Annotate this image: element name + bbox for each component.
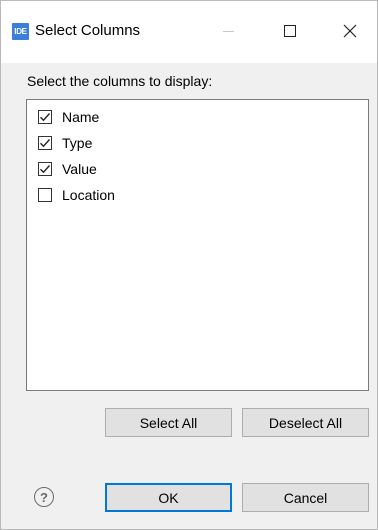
list-item-value[interactable]: Value bbox=[38, 159, 97, 179]
cancel-button[interactable]: Cancel bbox=[242, 483, 369, 512]
checkbox-type[interactable] bbox=[38, 136, 52, 150]
checkbox-name[interactable] bbox=[38, 110, 52, 124]
list-item-location[interactable]: Location bbox=[38, 185, 115, 205]
list-item-type[interactable]: Type bbox=[38, 133, 92, 153]
checkbox-location[interactable] bbox=[38, 188, 52, 202]
list-item-label: Value bbox=[62, 161, 97, 177]
select-all-button[interactable]: Select All bbox=[105, 408, 232, 437]
minimize-button[interactable] bbox=[205, 14, 251, 48]
list-item-label: Type bbox=[62, 135, 93, 151]
list-item-name[interactable]: Name bbox=[38, 107, 99, 127]
select-columns-dialog: IDE Select Columns Select the columns to… bbox=[0, 0, 378, 530]
list-item-label: Name bbox=[62, 109, 100, 125]
ide-icon: IDE bbox=[12, 23, 29, 40]
close-button[interactable] bbox=[327, 14, 373, 48]
checkmark-icon bbox=[40, 113, 51, 122]
checkmark-icon bbox=[40, 139, 51, 148]
list-item-label: Location bbox=[62, 187, 115, 203]
checkbox-value[interactable] bbox=[38, 162, 52, 176]
dialog-title: Select Columns bbox=[35, 22, 141, 39]
close-icon bbox=[343, 24, 357, 38]
minimize-icon bbox=[222, 30, 234, 32]
maximize-button[interactable] bbox=[267, 14, 313, 48]
title-bar: IDE Select Columns bbox=[1, 1, 377, 63]
ok-button[interactable]: OK bbox=[105, 483, 232, 512]
help-icon[interactable]: ? bbox=[34, 487, 54, 507]
columns-list[interactable]: Name Type Value Location bbox=[26, 99, 369, 391]
instruction-label: Select the columns to display: bbox=[27, 73, 213, 89]
deselect-all-button[interactable]: Deselect All bbox=[242, 408, 369, 437]
checkmark-icon bbox=[40, 165, 51, 174]
maximize-icon bbox=[284, 25, 296, 37]
